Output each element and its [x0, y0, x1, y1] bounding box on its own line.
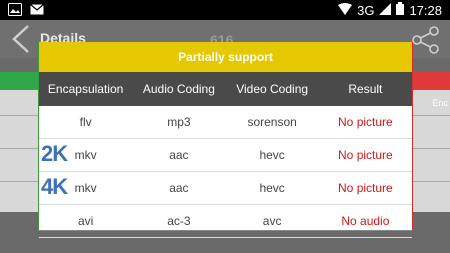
table-row: 4K mkv aac hevc No picture	[39, 172, 412, 205]
cell-video-coding: hevc	[259, 181, 285, 195]
wifi-icon	[338, 2, 353, 18]
table-row: 2K mkv aac hevc No picture	[39, 139, 412, 172]
divider	[412, 115, 450, 116]
background-left-panel	[0, 72, 38, 212]
cell-result: No picture	[338, 148, 393, 162]
divider	[0, 115, 38, 116]
resolution-badge: 4K	[41, 174, 68, 199]
divider	[0, 148, 38, 149]
column-header-video-coding: Video Coding	[236, 82, 309, 96]
background-green-tab	[0, 72, 38, 90]
background-red-tab	[412, 72, 450, 90]
cell-result: No picture	[338, 181, 393, 195]
cell-audio-coding: mp3	[167, 115, 191, 129]
cell-audio-coding: aac	[169, 148, 189, 162]
cell-video-coding: sorenson	[247, 115, 297, 129]
back-arrow-icon[interactable]	[10, 24, 32, 54]
column-header-audio-coding: Audio Coding	[142, 82, 215, 96]
table-row: avi ac-3 avc No audio	[39, 205, 412, 238]
email-icon	[30, 3, 44, 21]
column-header-encapsulation: Encapsulation	[47, 82, 124, 96]
dialog-title: Partially support	[39, 42, 412, 72]
support-dialog: Partially support Encapsulation Audio Co…	[38, 42, 413, 238]
status-bar: 3G 17:28	[0, 0, 450, 20]
background-right-label: Enc	[432, 98, 448, 108]
resolution-badge: 2K	[41, 141, 68, 166]
cell-video-coding: avc	[262, 214, 282, 228]
cell-audio-coding: aac	[169, 181, 189, 195]
table-body: flv mp3 sorenson No picture 2K mkv aac h…	[39, 106, 412, 238]
network-type: 3G	[357, 2, 375, 18]
signal-icon	[379, 2, 392, 18]
cell-audio-coding: ac-3	[167, 214, 191, 228]
column-header-result: Result	[348, 82, 383, 96]
table-header: Encapsulation Audio Coding Video Coding …	[39, 72, 412, 106]
divider	[0, 181, 38, 182]
cell-encapsulation: avi	[77, 214, 94, 228]
photo-icon	[8, 3, 22, 21]
cell-result: No picture	[338, 115, 393, 129]
divider	[412, 181, 450, 182]
share-icon[interactable]	[412, 26, 440, 54]
battery-icon	[396, 2, 405, 18]
background-right-panel	[412, 72, 450, 212]
clock: 17:28	[409, 2, 442, 18]
table-row: flv mp3 sorenson No picture	[39, 106, 412, 139]
cell-result: No audio	[341, 214, 390, 228]
cell-video-coding: hevc	[259, 148, 285, 162]
divider	[412, 148, 450, 149]
cell-encapsulation: flv	[79, 115, 92, 129]
